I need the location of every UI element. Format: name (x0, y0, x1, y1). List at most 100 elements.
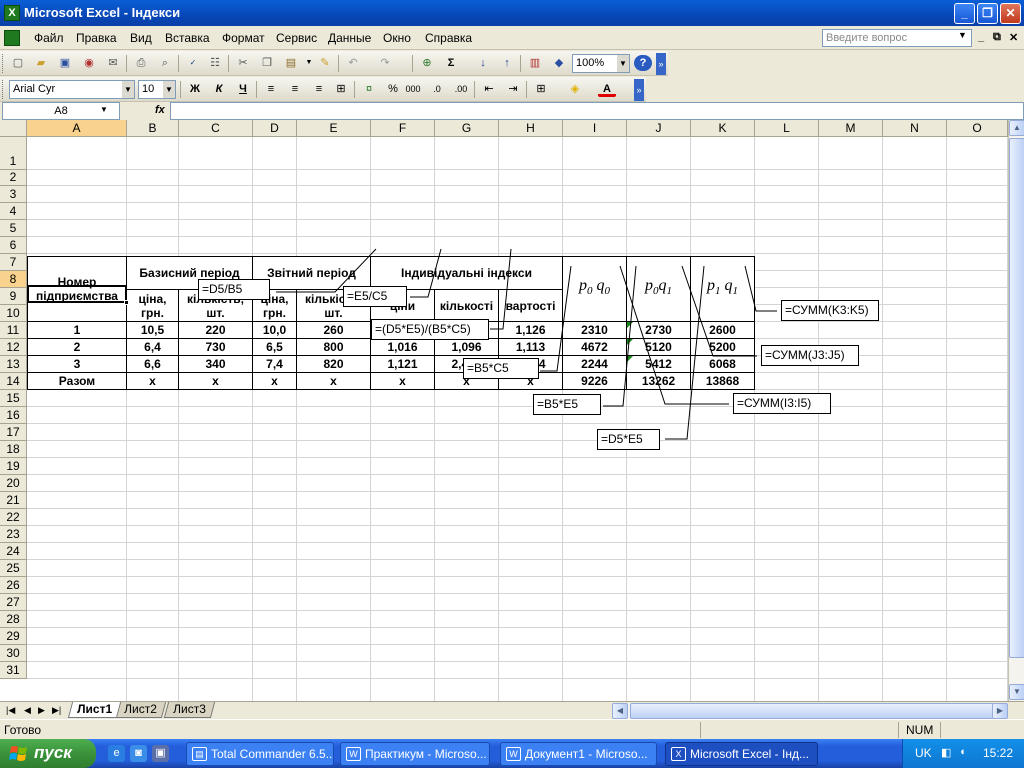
menu-window[interactable]: Окно (383, 31, 411, 45)
cut-icon[interactable]: ✂ (234, 55, 252, 71)
fill-color-icon[interactable]: ◈ (566, 81, 584, 97)
align-right-icon[interactable]: ≡ (310, 81, 328, 97)
save-icon[interactable]: ▣ (56, 55, 74, 71)
insert-function-button[interactable]: fx (155, 104, 165, 116)
next-sheet-icon[interactable]: ▶ (38, 705, 45, 716)
align-left-icon[interactable]: ≡ (262, 81, 280, 97)
task-word-praktikum[interactable]: W Практикум - Microso... (340, 742, 490, 766)
task-excel[interactable]: X Microsoft Excel - Інд... (665, 742, 818, 766)
start-button[interactable]: пуск (0, 739, 96, 768)
excel-icon[interactable]: X (4, 5, 20, 21)
menu-view[interactable]: Вид (130, 31, 152, 45)
hyperlink-icon[interactable]: ⊕ (418, 55, 436, 71)
toolbar-options-icon[interactable]: » (656, 53, 666, 75)
worksheet-grid[interactable]: ABCDEFGHIJKLMNO 1 2 3 4 5 6 7 8 9 10 11 12 13 14 15 16 1… (0, 120, 1008, 701)
redo-icon[interactable]: ↷ (376, 55, 394, 71)
chevron-down-icon[interactable]: ▼ (163, 81, 175, 98)
bold-button[interactable]: Ж (186, 81, 204, 97)
underline-button[interactable]: Ч (234, 81, 252, 97)
new-document-icon[interactable]: ▢ (9, 55, 27, 71)
first-sheet-icon[interactable]: |◀ (6, 705, 15, 716)
merge-center-icon[interactable]: ⊞ (332, 81, 350, 97)
language-indicator[interactable]: UK (915, 746, 932, 760)
chevron-down-icon[interactable]: ▼ (122, 81, 134, 98)
task-word-document[interactable]: W Документ1 - Microso... (500, 742, 657, 766)
spelling-icon[interactable]: ✓ (184, 55, 202, 71)
borders-icon[interactable]: ⊞ (532, 81, 550, 97)
drawing-icon[interactable]: ◆ (550, 55, 568, 71)
increase-indent-icon[interactable]: ⇥ (504, 81, 522, 97)
volume-icon[interactable]: ◖ (959, 746, 966, 758)
chevron-down-icon[interactable]: ▼ (958, 30, 967, 40)
undo-icon[interactable]: ↶ (344, 55, 362, 71)
toolbar-options-icon[interactable]: » (634, 79, 644, 101)
paste-icon[interactable]: ▤ (282, 55, 300, 71)
help-icon[interactable]: ? (634, 55, 652, 71)
chevron-down-icon[interactable]: ▼ (100, 105, 108, 114)
scroll-right-icon[interactable]: ▶ (992, 703, 1008, 719)
autosum-icon[interactable]: Σ (442, 55, 460, 71)
ask-question-input[interactable]: Введите вопрос (822, 29, 972, 47)
sheet-tab-1[interactable]: Лист1 (67, 702, 122, 718)
print-preview-icon[interactable]: ⌕ (156, 55, 174, 71)
restore-button[interactable]: ❐ (977, 3, 998, 24)
ie-icon[interactable]: e (108, 745, 125, 762)
research-icon[interactable]: ☷ (206, 55, 224, 71)
increase-decimal-icon[interactable]: .0 (428, 81, 446, 97)
prev-sheet-icon[interactable]: ◀ (24, 705, 31, 716)
decrease-decimal-icon[interactable]: .00 (452, 81, 470, 97)
minimize-button[interactable]: _ (954, 3, 975, 24)
scroll-up-icon[interactable]: ▲ (1009, 120, 1024, 136)
formula-input[interactable] (170, 102, 1024, 120)
scroll-down-icon[interactable]: ▼ (1009, 684, 1024, 700)
menu-edit[interactable]: Правка (76, 31, 117, 45)
doc-close-button[interactable]: ✕ (1009, 31, 1018, 44)
task-total-commander[interactable]: ▤ Total Commander 6.5... (186, 742, 334, 766)
taskbar: пуск e ◙ ▣ ▤ Total Commander 6.5... W Прак… (0, 739, 1024, 768)
horizontal-scrollbar[interactable]: ◀ ▶ (612, 703, 1008, 719)
percent-button[interactable]: % (384, 81, 402, 97)
font-color-button[interactable]: A (598, 81, 616, 97)
format-painter-icon[interactable]: ✎ (316, 55, 334, 71)
toolbar-grip[interactable] (2, 80, 5, 99)
network-icon[interactable]: ◧ (941, 746, 951, 759)
decrease-indent-icon[interactable]: ⇤ (480, 81, 498, 97)
workbook-icon[interactable] (4, 30, 20, 46)
currency-icon[interactable]: ¤ (360, 81, 378, 97)
doc-minimize-button[interactable]: _ (978, 31, 984, 43)
last-sheet-icon[interactable]: ▶| (52, 705, 61, 716)
sheet-tab-3[interactable]: Лист3 (163, 702, 215, 718)
menu-help[interactable]: Справка (425, 31, 472, 45)
menu-tools[interactable]: Сервис (276, 31, 317, 45)
copy-icon[interactable]: ❐ (258, 55, 276, 71)
menu-format[interactable]: Формат (222, 31, 265, 45)
close-button[interactable]: ✕ (1000, 3, 1021, 24)
menu-insert[interactable]: Вставка (165, 31, 210, 45)
sheet-tab-2[interactable]: Лист2 (114, 702, 166, 718)
chevron-down-icon[interactable]: ▼ (617, 55, 629, 72)
thousands-button[interactable]: 000 (404, 81, 422, 97)
clock[interactable]: 15:22 (983, 746, 1013, 760)
menu-file[interactable]: Файл (34, 31, 64, 45)
disk-icon[interactable]: ▣ (152, 745, 169, 762)
email-icon[interactable]: ✉ (104, 55, 122, 71)
scroll-left-icon[interactable]: ◀ (612, 703, 628, 719)
vertical-scrollbar[interactable]: ▲ ▼ (1008, 120, 1024, 701)
menu-data[interactable]: Данные (328, 31, 371, 45)
doc-restore-button[interactable]: ⧉ (993, 31, 1001, 44)
align-center-icon[interactable]: ≡ (286, 81, 304, 97)
italic-button[interactable]: К (210, 81, 228, 97)
font-size-select[interactable]: 10 ▼ (138, 80, 176, 99)
open-folder-icon[interactable]: ▰ (32, 55, 50, 71)
show-desktop-icon[interactable]: ◙ (130, 745, 147, 762)
permission-icon[interactable]: ◉ (80, 55, 98, 71)
font-name-select[interactable]: Arial Cyr ▼ (9, 80, 135, 99)
sort-ascending-icon[interactable]: ↓ (474, 55, 492, 71)
print-icon[interactable]: ⎙ (132, 55, 150, 71)
chart-wizard-icon[interactable]: ▥ (526, 55, 544, 71)
zoom-select[interactable]: 100% ▼ (572, 54, 630, 73)
toolbar-grip[interactable] (2, 54, 5, 73)
vertical-scroll-thumb[interactable] (1009, 138, 1024, 658)
horizontal-scroll-thumb[interactable] (630, 703, 994, 719)
sort-descending-icon[interactable]: ↑ (498, 55, 516, 71)
